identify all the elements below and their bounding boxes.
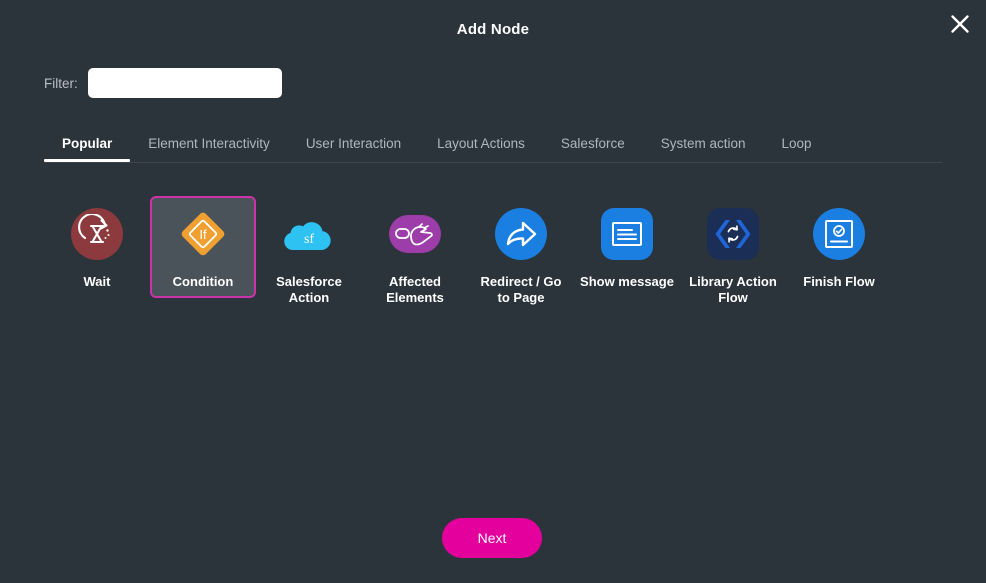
salesforce-cloud-icon: sf <box>283 208 335 260</box>
node-icon-finish-flow <box>811 206 867 262</box>
add-node-dialog: Add Node Filter: Popular Element Interac… <box>0 0 986 583</box>
svg-text:sf: sf <box>304 232 314 247</box>
node-icon-show-message <box>599 206 655 262</box>
search-input[interactable] <box>88 68 282 98</box>
node-option-redirect-go-to-page[interactable]: Redirect / Go to Page <box>468 196 574 314</box>
node-option-finish-flow[interactable]: Finish Flow <box>786 196 892 298</box>
node-option-affected-elements[interactable]: Affected Elements <box>362 196 468 314</box>
node-label: Finish Flow <box>803 274 875 290</box>
share-arrow-icon <box>495 208 547 260</box>
tab-salesforce[interactable]: Salesforce <box>543 126 643 162</box>
node-label: Condition <box>173 274 234 290</box>
tab-bar: Popular Element Interactivity User Inter… <box>44 126 942 163</box>
node-grid: Wait If Condition <box>44 196 942 314</box>
node-option-condition[interactable]: If Condition <box>150 196 256 298</box>
code-brackets-refresh-icon <box>707 208 759 260</box>
node-icon-wait <box>69 206 125 262</box>
node-label: Wait <box>84 274 111 290</box>
tab-popular[interactable]: Popular <box>44 126 130 162</box>
tab-system-action[interactable]: System action <box>643 126 764 162</box>
node-option-library-action-flow[interactable]: Library Action Flow <box>680 196 786 314</box>
diamond-if-icon: If <box>177 208 229 260</box>
tab-element-interactivity[interactable]: Element Interactivity <box>130 126 288 162</box>
node-icon-library-action-flow <box>705 206 761 262</box>
tab-loop[interactable]: Loop <box>764 126 830 162</box>
next-button[interactable]: Next <box>442 518 542 558</box>
node-option-show-message[interactable]: Show message <box>574 196 680 298</box>
node-icon-salesforce-action: sf <box>281 206 337 262</box>
close-icon[interactable] <box>944 8 976 40</box>
tab-user-interaction[interactable]: User Interaction <box>288 126 419 162</box>
node-label: Affected Elements <box>367 274 463 306</box>
node-label: Show message <box>580 274 674 290</box>
page-title: Add Node <box>0 21 986 38</box>
filter-row: Filter: <box>44 68 282 98</box>
node-icon-redirect <box>493 206 549 262</box>
node-label: Redirect / Go to Page <box>473 274 569 306</box>
node-option-salesforce-action[interactable]: sf Salesforce Action <box>256 196 362 314</box>
node-option-wait[interactable]: Wait <box>44 196 150 298</box>
node-label: Salesforce Action <box>261 274 357 306</box>
pointing-hand-icon <box>389 215 441 253</box>
filter-label: Filter: <box>44 76 78 91</box>
svg-text:If: If <box>199 227 207 242</box>
hourglass-refresh-icon <box>71 208 123 260</box>
tab-layout-actions[interactable]: Layout Actions <box>419 126 543 162</box>
message-box-icon <box>601 208 653 260</box>
node-icon-condition: If <box>175 206 231 262</box>
node-label: Library Action Flow <box>685 274 781 306</box>
checkmark-box-icon <box>813 208 865 260</box>
node-icon-affected-elements <box>387 206 443 262</box>
